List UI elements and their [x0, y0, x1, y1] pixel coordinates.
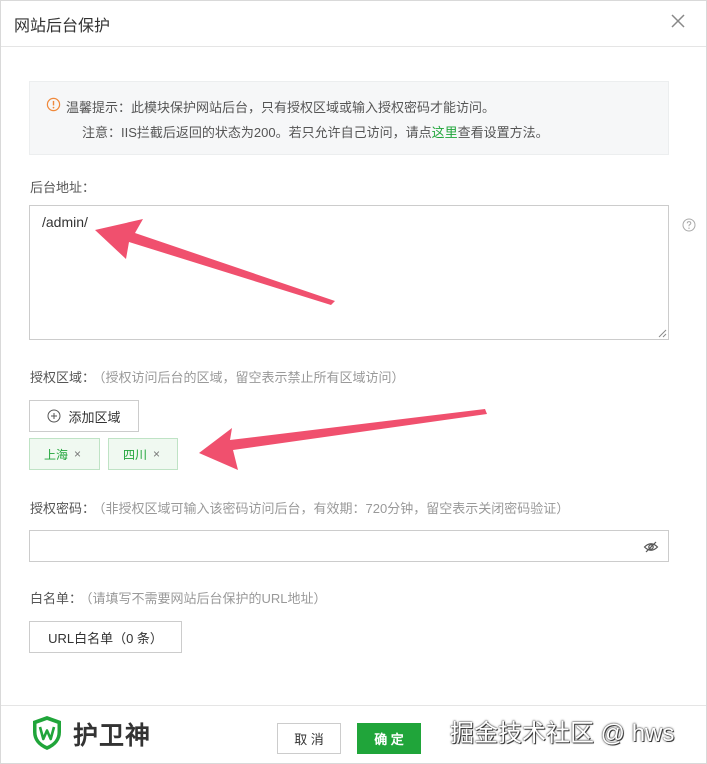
url-whitelist-button[interactable]: URL白名单（0 条） [29, 621, 182, 653]
region-tag-label: 四川 [123, 447, 148, 462]
shield-w-icon [33, 716, 61, 750]
cancel-button[interactable]: 取 消 [277, 723, 341, 754]
remove-tag-icon[interactable]: × [74, 447, 81, 461]
resize-handle-icon[interactable] [657, 328, 667, 338]
backend-address-label: 后台地址： [30, 180, 96, 195]
auth-password-title: 授权密码： [30, 501, 96, 516]
whitelist-title: 白名单： [30, 591, 83, 606]
watermark: 掘金技术社区 @ hws [450, 720, 675, 747]
authorized-regions-title: 授权区域： [30, 370, 96, 385]
add-region-button[interactable]: 添加区域 [29, 400, 139, 432]
auth-password-hint: （非授权区域可输入该密码访问后台，有效期：720分钟，留空表示关闭密码验证） [99, 501, 570, 516]
arrow-to-tags [199, 409, 487, 470]
notice-line-2-suffix: 查看设置方法。 [457, 125, 549, 140]
close-icon[interactable] [668, 11, 688, 31]
whitelist-hint: （请填写不需要网站后台保护的URL地址） [86, 591, 327, 606]
notice-line-1: 温馨提示：此模块保护网站后台，只有授权区域或输入授权密码才能访问。 [66, 100, 496, 115]
notice-here-link[interactable]: 这里 [432, 125, 458, 140]
remove-tag-icon[interactable]: × [153, 447, 160, 461]
help-icon[interactable] [682, 218, 696, 232]
dialog-title: 网站后台保护 [14, 18, 111, 35]
authorized-regions-hint: （授权访问后台的区域，留空表示禁止所有区域访问） [99, 370, 405, 385]
eye-slash-icon[interactable] [643, 539, 659, 555]
backend-address-value: /admin/ [42, 214, 88, 230]
auth-password-input[interactable] [29, 530, 669, 562]
notice-box: 温馨提示：此模块保护网站后台，只有授权区域或输入授权密码才能访问。 注意：IIS… [29, 81, 669, 155]
authorized-regions-label: 授权区域： （授权访问后台的区域，留空表示禁止所有区域访问） [30, 367, 405, 386]
region-tag[interactable]: 上海 × [29, 438, 100, 470]
add-region-label: 添加区域 [68, 409, 121, 425]
dialog-header: 网站后台保护 [1, 1, 706, 47]
region-tag[interactable]: 四川 × [108, 438, 178, 470]
notice-line-2-prefix: 注意：IIS拦截后返回的状态为200。若只允许自己访问，请点 [82, 125, 432, 140]
auth-password-label: 授权密码： （非授权区域可输入该密码访问后台，有效期：720分钟，留空表示关闭密码… [30, 498, 569, 517]
region-tag-label: 上海 [44, 447, 69, 462]
backend-address-textarea[interactable]: /admin/ [29, 205, 669, 340]
confirm-button[interactable]: 确 定 [357, 723, 421, 754]
notice-line-2: 注意：IIS拦截后返回的状态为200。若只允许自己访问，请点这里查看设置方法。 [82, 122, 549, 141]
dialog: 网站后台保护 温馨提示：此模块保护网站后台，只有授权区域或输入授权密码才能访问。… [0, 0, 707, 764]
whitelist-label: 白名单： （请填写不需要网站后台保护的URL地址） [30, 588, 327, 607]
brand-name: 护卫神 [73, 722, 152, 750]
warning-icon [46, 97, 61, 112]
plus-circle-icon [47, 409, 61, 423]
